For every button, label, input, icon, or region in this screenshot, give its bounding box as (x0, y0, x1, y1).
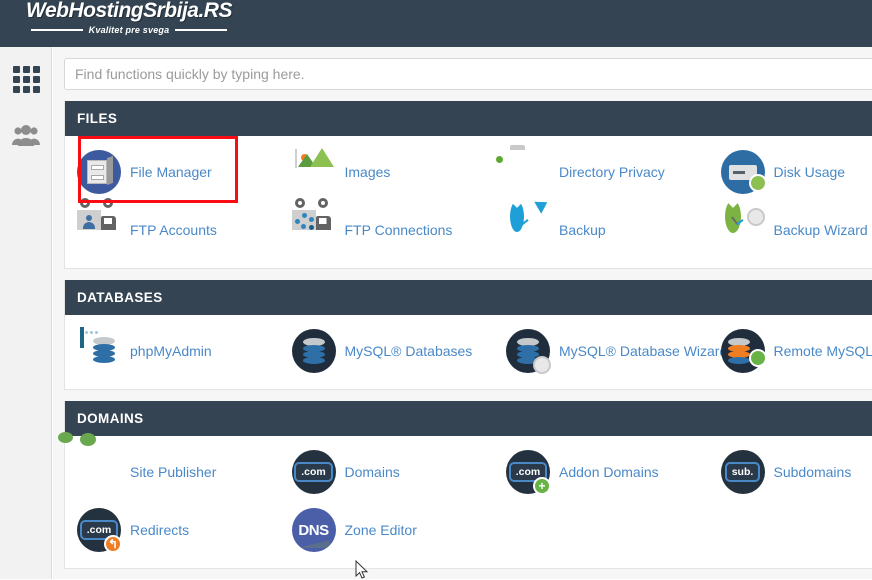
tagline-rule-right (175, 29, 227, 31)
app-item-phpmyadmin[interactable]: phpMyAdmin (65, 322, 280, 380)
subdomains-icon: sub. (721, 450, 765, 494)
domains-pill-label: .com (294, 462, 333, 483)
top-header-bar: WebHostingSrbija.RS Kvalitet pre svega (0, 0, 872, 47)
logo-tagline: Kvalitet pre svega (89, 25, 170, 35)
app-item-mysql-databases[interactable]: MySQL® Databases (280, 322, 495, 380)
redirect-arrow-badge: ↰ (104, 535, 122, 553)
app-label: Backup (559, 222, 606, 238)
app-label: Redirects (130, 522, 189, 538)
domains-com-icon: .com (292, 450, 336, 494)
app-item-subdomains[interactable]: sub. Subdomains (709, 443, 872, 501)
file-cabinet-icon (77, 150, 121, 194)
mysql-wizard-icon (506, 329, 550, 373)
app-label: Directory Privacy (559, 164, 665, 180)
site-publisher-icon (77, 450, 121, 494)
app-item-mysql-database-wizard[interactable]: MySQL® Database Wizard (494, 322, 709, 380)
ftp-connections-truck-icon (292, 208, 336, 252)
app-item-backup[interactable]: Backup (494, 201, 709, 259)
panel-body-databases: phpMyAdmin MySQL® Databases MySQL® (65, 315, 872, 389)
phpmyadmin-icon (77, 329, 121, 373)
panel-databases: DATABASES phpMyAdmin MySQL® Databases (64, 280, 872, 390)
app-label: MySQL® Database Wizard (559, 343, 727, 359)
left-sidebar (0, 47, 52, 579)
redirects-icon: .com ↰ (77, 508, 121, 552)
app-item-site-publisher[interactable]: Site Publisher (65, 443, 280, 501)
ftp-accounts-truck-icon (77, 208, 121, 252)
site-logo[interactable]: WebHostingSrbija.RS Kvalitet pre svega (14, 0, 244, 35)
app-label: FTP Accounts (130, 222, 217, 238)
plus-badge: + (533, 477, 551, 495)
main-content: FILES File Manager Image (53, 47, 872, 579)
panel-body-files: File Manager Images Directory Privacy (65, 136, 872, 268)
panel-files: FILES File Manager Image (64, 101, 872, 269)
app-item-ftp-accounts[interactable]: FTP Accounts (65, 201, 280, 259)
app-item-backup-wizard[interactable]: Backup Wizard (709, 201, 872, 259)
app-label: Backup Wizard (774, 222, 868, 238)
folder-eye-icon (506, 150, 550, 194)
app-item-file-manager[interactable]: File Manager (65, 143, 280, 201)
app-label: Domains (345, 464, 400, 480)
mysql-database-icon (292, 329, 336, 373)
app-label: Site Publisher (130, 464, 216, 480)
app-label: MySQL® Databases (345, 343, 473, 359)
tagline-rule-left (31, 29, 83, 31)
disk-usage-icon (721, 150, 765, 194)
app-item-addon-domains[interactable]: .com + Addon Domains (494, 443, 709, 501)
grid-icon (13, 66, 40, 93)
app-label: Disk Usage (774, 164, 846, 180)
images-icon (292, 150, 336, 194)
app-label: phpMyAdmin (130, 343, 212, 359)
app-label: Addon Domains (559, 464, 659, 480)
backup-clock-icon (506, 208, 550, 252)
panel-header-databases: DATABASES (65, 280, 872, 315)
app-item-remote-mysql[interactable]: Remote MySQL® (709, 322, 872, 380)
app-label: File Manager (130, 164, 212, 180)
app-label: FTP Connections (345, 222, 453, 238)
panel-body-domains: Site Publisher .com Domains .com + Add (65, 436, 872, 568)
app-item-images[interactable]: Images (280, 143, 495, 201)
app-item-ftp-connections[interactable]: FTP Connections (280, 201, 495, 259)
dns-label: DNS (298, 522, 328, 539)
search-input[interactable] (64, 58, 872, 90)
app-item-redirects[interactable]: .com ↰ Redirects (65, 501, 280, 559)
sidebar-item-user-manager[interactable] (0, 111, 52, 163)
app-item-directory-privacy[interactable]: Directory Privacy (494, 143, 709, 201)
subdomain-pill-label: sub. (725, 462, 761, 483)
wand-badge (533, 356, 551, 374)
app-item-zone-editor[interactable]: DNS Zone Editor (280, 501, 495, 559)
app-label: Subdomains (774, 464, 852, 480)
remote-mysql-icon (721, 329, 765, 373)
app-label: Zone Editor (345, 522, 417, 538)
sidebar-item-apps[interactable] (0, 53, 52, 105)
app-label: Remote MySQL® (774, 343, 872, 359)
app-label: Images (345, 164, 391, 180)
people-icon (11, 125, 41, 149)
app-item-disk-usage[interactable]: Disk Usage (709, 143, 872, 201)
search-row (53, 47, 872, 90)
backup-wizard-icon (721, 208, 765, 252)
panel-domains: DOMAINS Site Publisher .com (64, 401, 872, 569)
logo-tagline-row: Kvalitet pre svega (14, 25, 244, 35)
addon-domains-icon: .com + (506, 450, 550, 494)
logo-title: WebHostingSrbija.RS (14, 0, 244, 24)
dns-zone-editor-icon: DNS (292, 508, 336, 552)
panel-header-domains: DOMAINS (65, 401, 872, 436)
panel-header-files: FILES (65, 101, 872, 136)
app-item-domains[interactable]: .com Domains (280, 443, 495, 501)
